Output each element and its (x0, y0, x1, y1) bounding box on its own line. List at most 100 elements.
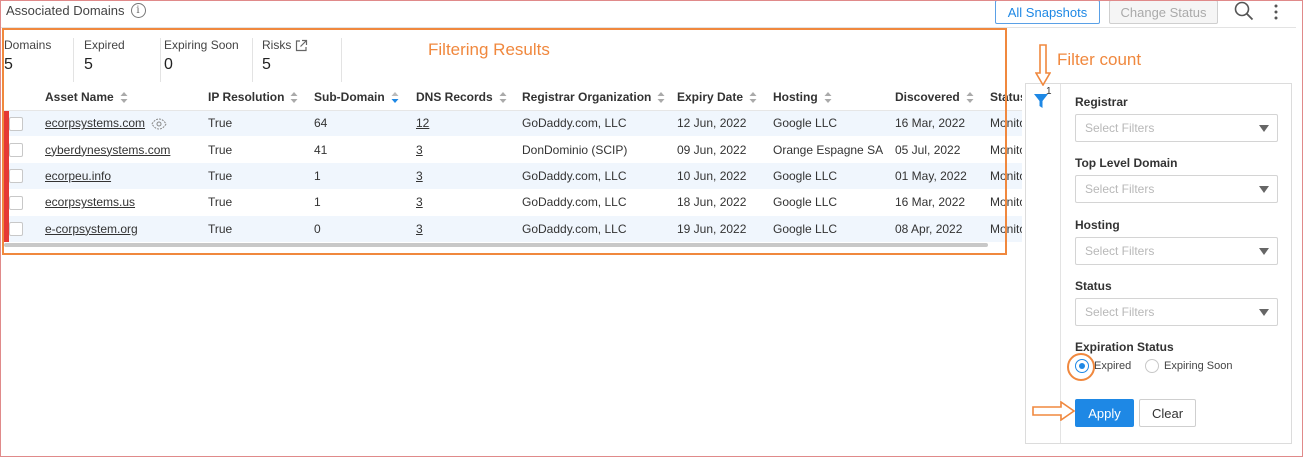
filter-count-annotation: Filter count (1057, 50, 1142, 69)
registrar-cell: GoDaddy.com, LLC (522, 189, 677, 216)
expiry-date-cell: 12 Jun, 2022 (677, 110, 773, 137)
status-filter-select[interactable]: Select Filters (1075, 298, 1278, 326)
radio-expiring-soon[interactable]: Expiring Soon (1145, 359, 1233, 373)
stat-label: Domains (4, 38, 52, 52)
search-icon[interactable] (1233, 0, 1255, 22)
table-row[interactable]: ecorpsystems.com True 64 12 GoDaddy.com,… (4, 110, 1022, 137)
expiry-date-cell: 18 Jun, 2022 (677, 189, 773, 216)
filter-tab[interactable]: 1 (1026, 84, 1061, 443)
table-row[interactable]: ecorpeu.info True 1 3 GoDaddy.com, LLC 1… (4, 162, 1022, 190)
row-checkbox[interactable] (9, 222, 23, 237)
dns-records-cell: 12 (416, 110, 522, 137)
hosting-filter-select[interactable]: Select Filters (1075, 237, 1278, 265)
column-label: Registrar Organization (522, 89, 652, 104)
hosting-cell: Orange Espagne SA (773, 136, 895, 163)
registrar-cell: DonDominio (SCIP) (522, 136, 677, 163)
chevron-down-icon (1259, 309, 1269, 316)
sort-icon[interactable] (120, 92, 128, 104)
hosting-filter-label: Hosting (1075, 218, 1120, 232)
tld-filter-label: Top Level Domain (1075, 156, 1178, 170)
sort-icon[interactable] (657, 92, 665, 104)
table-row[interactable]: e-corpsystem.org True 0 3 GoDaddy.com, L… (4, 215, 1022, 242)
asset-link[interactable]: ecorpsystems.com (45, 116, 145, 130)
column-label: Expiry Date (677, 89, 744, 104)
stat-risks[interactable]: Risks 5 (262, 38, 308, 74)
ip-resolution-cell: True (208, 215, 314, 242)
tld-filter-select[interactable]: Select Filters (1075, 175, 1278, 203)
col-asset-name[interactable]: Asset Name (45, 84, 208, 111)
dns-records-link[interactable]: 3 (416, 143, 423, 157)
clear-button[interactable]: Clear (1139, 399, 1196, 427)
external-link-icon[interactable] (295, 39, 308, 52)
change-status-button[interactable]: Change Status (1109, 0, 1218, 24)
select-placeholder: Select Filters (1085, 121, 1155, 135)
asset-link[interactable]: ecorpsystems.us (45, 195, 135, 209)
radio-expired-control[interactable] (1075, 359, 1089, 373)
status-cell: Monitored (990, 189, 1022, 216)
sort-desc-icon[interactable] (391, 92, 399, 104)
discovered-cell: 08 Apr, 2022 (895, 215, 990, 242)
col-expiry-date[interactable]: Expiry Date (677, 84, 773, 111)
dns-records-cell: 3 (416, 189, 522, 216)
col-ip-resolution[interactable]: IP Resolution (208, 84, 314, 111)
more-options-icon[interactable] (1270, 4, 1282, 20)
radio-expiring-soon-control[interactable] (1145, 359, 1159, 373)
dns-records-link[interactable]: 3 (416, 195, 423, 209)
row-checkbox[interactable] (9, 116, 23, 131)
sort-icon[interactable] (966, 92, 974, 104)
arrow-down-icon (1035, 44, 1051, 86)
select-placeholder: Select Filters (1085, 244, 1155, 258)
col-sub-domain[interactable]: Sub-Domain (314, 84, 416, 111)
stat-divider (160, 38, 161, 82)
apply-button[interactable]: Apply (1075, 399, 1134, 427)
dns-records-link[interactable]: 12 (416, 116, 429, 130)
status-filter-label: Status (1075, 279, 1112, 293)
col-dns-records[interactable]: DNS Records (416, 84, 522, 111)
registrar-cell: GoDaddy.com, LLC (522, 110, 677, 137)
table-header-row: Asset Name IP Resolution Sub-Domain DNS … (4, 84, 1022, 111)
row-checkbox[interactable] (9, 169, 23, 184)
info-icon[interactable]: i (130, 3, 146, 18)
domains-table: Asset Name IP Resolution Sub-Domain DNS … (4, 84, 1022, 248)
discovered-cell: 16 Mar, 2022 (895, 189, 990, 216)
stat-expiring-soon: Expiring Soon 0 (164, 38, 239, 74)
filter-panel: 1 Registrar Select Filters Top Level Dom… (1025, 83, 1292, 444)
registrar-cell: GoDaddy.com, LLC (522, 215, 677, 242)
registrar-filter-select[interactable]: Select Filters (1075, 114, 1278, 142)
status-cell: Monitored (990, 215, 1022, 242)
sort-icon[interactable] (824, 92, 832, 104)
sort-icon[interactable] (290, 92, 298, 104)
row-select-cell (9, 189, 45, 216)
sort-icon[interactable] (749, 92, 757, 104)
row-select-cell (9, 110, 45, 137)
table-row[interactable]: cyberdynesystems.com True 41 3 DonDomini… (4, 136, 1022, 163)
asset-link[interactable]: ecorpeu.info (45, 169, 111, 183)
dns-records-cell: 3 (416, 136, 522, 163)
asset-link[interactable]: cyberdynesystems.com (45, 143, 170, 157)
hosting-cell: Google LLC (773, 110, 895, 137)
asset-link[interactable]: e-corpsystem.org (45, 222, 138, 236)
col-registrar[interactable]: Registrar Organization (522, 84, 677, 111)
dns-records-link[interactable]: 3 (416, 222, 423, 236)
dns-records-cell: 3 (416, 215, 522, 242)
col-discovered[interactable]: Discovered (895, 84, 990, 111)
sort-icon[interactable] (499, 92, 507, 104)
section-title: Associated Domains i (6, 3, 146, 18)
stat-divider (341, 38, 342, 82)
radio-label: Expired (1094, 360, 1132, 372)
dns-records-link[interactable]: 3 (416, 169, 423, 183)
row-checkbox[interactable] (9, 195, 23, 210)
horizontal-scrollbar[interactable] (4, 243, 988, 247)
sub-domain-cell: 41 (314, 136, 416, 163)
radio-expired[interactable]: Expired (1075, 359, 1131, 373)
view-icon[interactable] (151, 118, 167, 130)
filter-count-badge: 1 (1046, 86, 1052, 97)
row-select-cell (9, 215, 45, 242)
stat-expired: Expired 5 (84, 38, 125, 74)
col-hosting[interactable]: Hosting (773, 84, 895, 111)
all-snapshots-button[interactable]: All Snapshots (995, 0, 1100, 24)
col-status[interactable]: Status (990, 84, 1022, 111)
hosting-cell: Google LLC (773, 189, 895, 216)
row-checkbox[interactable] (9, 143, 23, 157)
table-row[interactable]: ecorpsystems.us True 1 3 GoDaddy.com, LL… (4, 189, 1022, 216)
